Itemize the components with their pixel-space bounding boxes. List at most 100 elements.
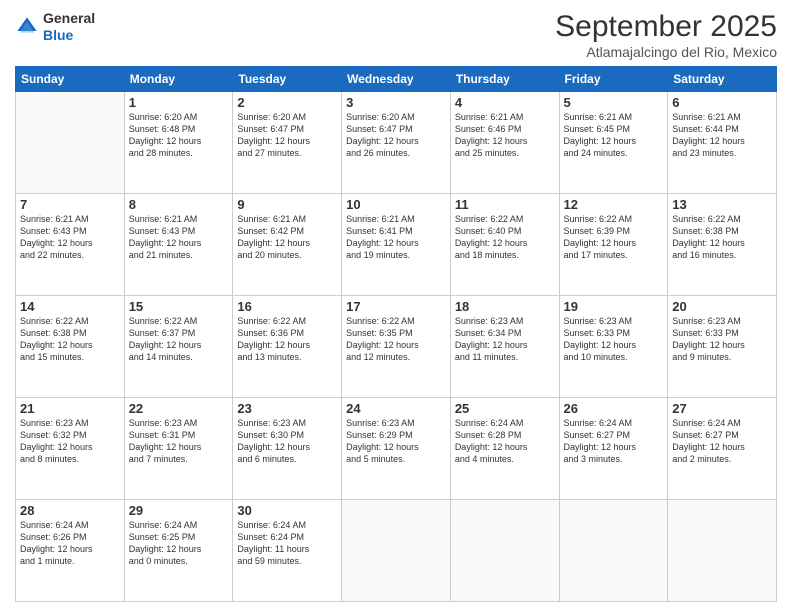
day-number: 23 xyxy=(237,401,337,416)
day-number: 9 xyxy=(237,197,337,212)
day-number: 24 xyxy=(346,401,446,416)
calendar-cell: 2Sunrise: 6:20 AM Sunset: 6:47 PM Daylig… xyxy=(233,92,342,194)
calendar-week-1: 7Sunrise: 6:21 AM Sunset: 6:43 PM Daylig… xyxy=(16,194,777,296)
calendar-week-4: 28Sunrise: 6:24 AM Sunset: 6:26 PM Dayli… xyxy=(16,500,777,602)
calendar-cell: 12Sunrise: 6:22 AM Sunset: 6:39 PM Dayli… xyxy=(559,194,668,296)
day-info: Sunrise: 6:21 AM Sunset: 6:43 PM Dayligh… xyxy=(20,213,120,262)
day-number: 1 xyxy=(129,95,229,110)
day-header-wednesday: Wednesday xyxy=(342,67,451,92)
day-header-monday: Monday xyxy=(124,67,233,92)
calendar-cell: 5Sunrise: 6:21 AM Sunset: 6:45 PM Daylig… xyxy=(559,92,668,194)
day-info: Sunrise: 6:24 AM Sunset: 6:27 PM Dayligh… xyxy=(564,417,664,466)
calendar-cell: 26Sunrise: 6:24 AM Sunset: 6:27 PM Dayli… xyxy=(559,398,668,500)
calendar-cell xyxy=(668,500,777,602)
day-number: 13 xyxy=(672,197,772,212)
day-info: Sunrise: 6:22 AM Sunset: 6:35 PM Dayligh… xyxy=(346,315,446,364)
calendar-cell: 16Sunrise: 6:22 AM Sunset: 6:36 PM Dayli… xyxy=(233,296,342,398)
day-info: Sunrise: 6:20 AM Sunset: 6:47 PM Dayligh… xyxy=(237,111,337,160)
day-info: Sunrise: 6:24 AM Sunset: 6:25 PM Dayligh… xyxy=(129,519,229,568)
calendar-cell: 28Sunrise: 6:24 AM Sunset: 6:26 PM Dayli… xyxy=(16,500,125,602)
location-subtitle: Atlamajalcingo del Rio, Mexico xyxy=(555,44,777,60)
logo-general: General xyxy=(43,10,95,27)
day-info: Sunrise: 6:24 AM Sunset: 6:24 PM Dayligh… xyxy=(237,519,337,568)
calendar-cell: 30Sunrise: 6:24 AM Sunset: 6:24 PM Dayli… xyxy=(233,500,342,602)
calendar-cell: 10Sunrise: 6:21 AM Sunset: 6:41 PM Dayli… xyxy=(342,194,451,296)
title-section: September 2025 Atlamajalcingo del Rio, M… xyxy=(555,10,777,60)
day-info: Sunrise: 6:22 AM Sunset: 6:40 PM Dayligh… xyxy=(455,213,555,262)
calendar-cell xyxy=(342,500,451,602)
day-header-tuesday: Tuesday xyxy=(233,67,342,92)
day-info: Sunrise: 6:22 AM Sunset: 6:37 PM Dayligh… xyxy=(129,315,229,364)
day-info: Sunrise: 6:21 AM Sunset: 6:44 PM Dayligh… xyxy=(672,111,772,160)
calendar-week-0: 1Sunrise: 6:20 AM Sunset: 6:48 PM Daylig… xyxy=(16,92,777,194)
day-info: Sunrise: 6:24 AM Sunset: 6:26 PM Dayligh… xyxy=(20,519,120,568)
day-info: Sunrise: 6:21 AM Sunset: 6:46 PM Dayligh… xyxy=(455,111,555,160)
month-title: September 2025 xyxy=(555,10,777,44)
day-info: Sunrise: 6:24 AM Sunset: 6:28 PM Dayligh… xyxy=(455,417,555,466)
calendar-cell: 14Sunrise: 6:22 AM Sunset: 6:38 PM Dayli… xyxy=(16,296,125,398)
day-number: 27 xyxy=(672,401,772,416)
calendar-cell xyxy=(450,500,559,602)
day-info: Sunrise: 6:23 AM Sunset: 6:33 PM Dayligh… xyxy=(564,315,664,364)
calendar-week-2: 14Sunrise: 6:22 AM Sunset: 6:38 PM Dayli… xyxy=(16,296,777,398)
day-info: Sunrise: 6:22 AM Sunset: 6:38 PM Dayligh… xyxy=(672,213,772,262)
day-info: Sunrise: 6:21 AM Sunset: 6:42 PM Dayligh… xyxy=(237,213,337,262)
calendar-cell xyxy=(559,500,668,602)
day-number: 26 xyxy=(564,401,664,416)
day-info: Sunrise: 6:23 AM Sunset: 6:31 PM Dayligh… xyxy=(129,417,229,466)
day-number: 11 xyxy=(455,197,555,212)
day-number: 7 xyxy=(20,197,120,212)
calendar-cell: 25Sunrise: 6:24 AM Sunset: 6:28 PM Dayli… xyxy=(450,398,559,500)
calendar-cell: 8Sunrise: 6:21 AM Sunset: 6:43 PM Daylig… xyxy=(124,194,233,296)
calendar-cell: 18Sunrise: 6:23 AM Sunset: 6:34 PM Dayli… xyxy=(450,296,559,398)
day-info: Sunrise: 6:20 AM Sunset: 6:47 PM Dayligh… xyxy=(346,111,446,160)
calendar-cell: 21Sunrise: 6:23 AM Sunset: 6:32 PM Dayli… xyxy=(16,398,125,500)
day-header-thursday: Thursday xyxy=(450,67,559,92)
day-number: 30 xyxy=(237,503,337,518)
day-number: 17 xyxy=(346,299,446,314)
header: General Blue September 2025 Atlamajalcin… xyxy=(15,10,777,60)
calendar-cell xyxy=(16,92,125,194)
calendar-cell: 15Sunrise: 6:22 AM Sunset: 6:37 PM Dayli… xyxy=(124,296,233,398)
logo-blue: Blue xyxy=(43,27,95,44)
day-info: Sunrise: 6:23 AM Sunset: 6:29 PM Dayligh… xyxy=(346,417,446,466)
day-number: 21 xyxy=(20,401,120,416)
calendar-cell: 22Sunrise: 6:23 AM Sunset: 6:31 PM Dayli… xyxy=(124,398,233,500)
logo-icon xyxy=(15,15,39,39)
day-header-saturday: Saturday xyxy=(668,67,777,92)
calendar-cell: 3Sunrise: 6:20 AM Sunset: 6:47 PM Daylig… xyxy=(342,92,451,194)
day-number: 14 xyxy=(20,299,120,314)
day-number: 4 xyxy=(455,95,555,110)
calendar-cell: 11Sunrise: 6:22 AM Sunset: 6:40 PM Dayli… xyxy=(450,194,559,296)
day-info: Sunrise: 6:23 AM Sunset: 6:34 PM Dayligh… xyxy=(455,315,555,364)
day-number: 3 xyxy=(346,95,446,110)
calendar-cell: 24Sunrise: 6:23 AM Sunset: 6:29 PM Dayli… xyxy=(342,398,451,500)
day-info: Sunrise: 6:21 AM Sunset: 6:41 PM Dayligh… xyxy=(346,213,446,262)
calendar-cell: 23Sunrise: 6:23 AM Sunset: 6:30 PM Dayli… xyxy=(233,398,342,500)
calendar-cell: 17Sunrise: 6:22 AM Sunset: 6:35 PM Dayli… xyxy=(342,296,451,398)
day-header-friday: Friday xyxy=(559,67,668,92)
day-number: 19 xyxy=(564,299,664,314)
day-info: Sunrise: 6:22 AM Sunset: 6:39 PM Dayligh… xyxy=(564,213,664,262)
day-number: 28 xyxy=(20,503,120,518)
logo-text: General Blue xyxy=(43,10,95,44)
page: General Blue September 2025 Atlamajalcin… xyxy=(0,0,792,612)
day-number: 18 xyxy=(455,299,555,314)
calendar-cell: 9Sunrise: 6:21 AM Sunset: 6:42 PM Daylig… xyxy=(233,194,342,296)
day-info: Sunrise: 6:22 AM Sunset: 6:36 PM Dayligh… xyxy=(237,315,337,364)
day-info: Sunrise: 6:23 AM Sunset: 6:33 PM Dayligh… xyxy=(672,315,772,364)
day-number: 2 xyxy=(237,95,337,110)
calendar-cell: 4Sunrise: 6:21 AM Sunset: 6:46 PM Daylig… xyxy=(450,92,559,194)
calendar-cell: 20Sunrise: 6:23 AM Sunset: 6:33 PM Dayli… xyxy=(668,296,777,398)
day-info: Sunrise: 6:22 AM Sunset: 6:38 PM Dayligh… xyxy=(20,315,120,364)
day-info: Sunrise: 6:23 AM Sunset: 6:30 PM Dayligh… xyxy=(237,417,337,466)
calendar-cell: 13Sunrise: 6:22 AM Sunset: 6:38 PM Dayli… xyxy=(668,194,777,296)
calendar-cell: 19Sunrise: 6:23 AM Sunset: 6:33 PM Dayli… xyxy=(559,296,668,398)
day-info: Sunrise: 6:20 AM Sunset: 6:48 PM Dayligh… xyxy=(129,111,229,160)
calendar-table: SundayMondayTuesdayWednesdayThursdayFrid… xyxy=(15,66,777,602)
day-number: 12 xyxy=(564,197,664,212)
day-info: Sunrise: 6:24 AM Sunset: 6:27 PM Dayligh… xyxy=(672,417,772,466)
day-header-sunday: Sunday xyxy=(16,67,125,92)
calendar-week-3: 21Sunrise: 6:23 AM Sunset: 6:32 PM Dayli… xyxy=(16,398,777,500)
calendar-cell: 29Sunrise: 6:24 AM Sunset: 6:25 PM Dayli… xyxy=(124,500,233,602)
